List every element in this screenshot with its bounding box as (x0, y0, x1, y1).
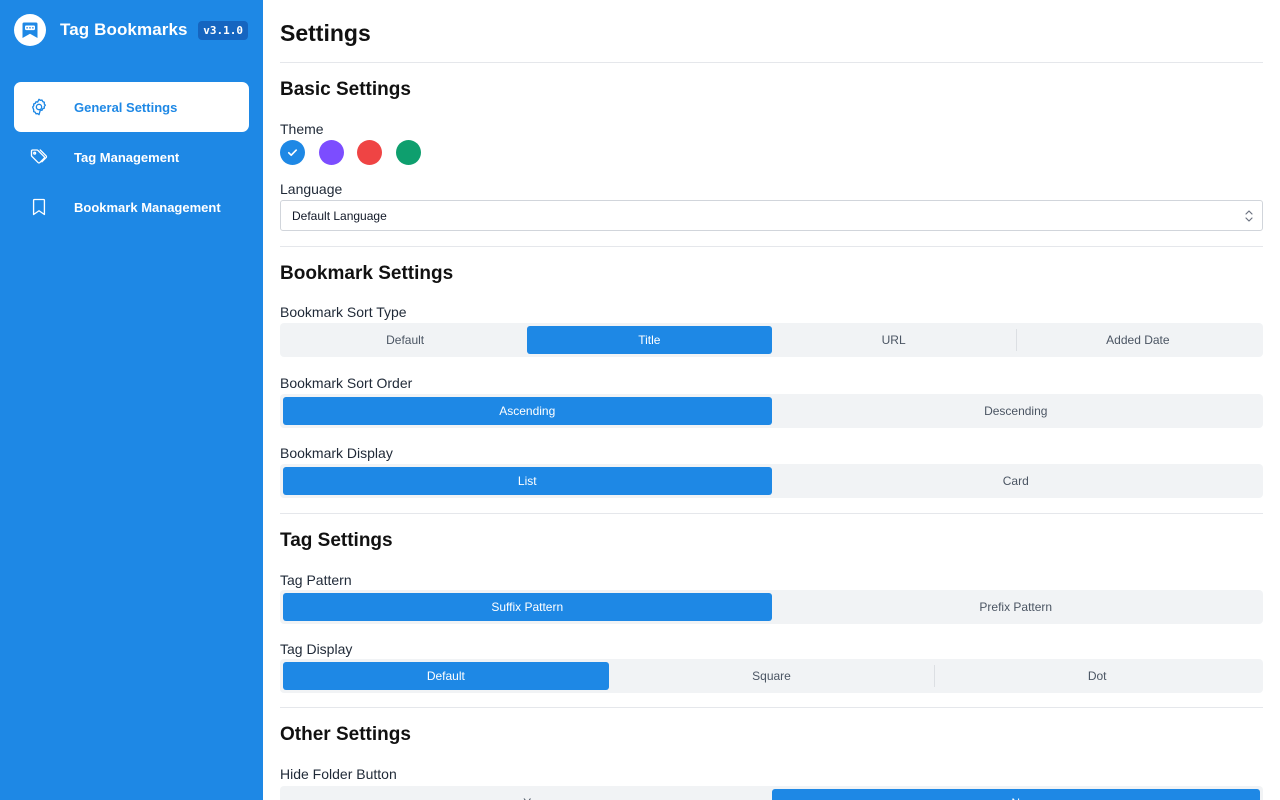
hide-folder-option-n[interactable]: N (771, 789, 1260, 800)
divider (280, 707, 1263, 708)
language-select[interactable]: Default Language (280, 200, 1263, 231)
tag-display-option-default[interactable]: Default (283, 662, 609, 690)
chevron-up-down-icon (1245, 210, 1253, 222)
divider (280, 513, 1263, 514)
app-title: Tag Bookmarks (60, 20, 188, 39)
page-title: Settings (280, 20, 371, 46)
theme-swatches (280, 140, 434, 165)
sort-type-option-url[interactable]: URL (772, 326, 1016, 354)
sidebar: Tag Bookmarks v3.1.0 General Settings Ta… (0, 0, 263, 800)
field-label-sort-order: Bookmark Sort Order (280, 375, 413, 391)
field-label-tag-pattern: Tag Pattern (280, 572, 352, 588)
bookmark-display-option-list[interactable]: List (283, 467, 772, 495)
language-select-value: Default Language (292, 208, 387, 223)
bookmark-icon (28, 196, 50, 218)
section-title-tag: Tag Settings (280, 530, 393, 551)
tag-pattern-option-prefix[interactable]: Prefix Pattern (772, 593, 1261, 621)
tags-icon (28, 146, 50, 168)
bookmark-display-option-card[interactable]: Card (772, 467, 1261, 495)
field-label-tag-display: Tag Display (280, 641, 353, 657)
tag-pattern-option-suffix[interactable]: Suffix Pattern (283, 593, 772, 621)
tag-display-option-square[interactable]: Square (609, 662, 935, 690)
theme-swatch-purple[interactable] (318, 140, 344, 165)
theme-swatch-blue[interactable] (280, 140, 305, 165)
tag-pattern-segmented: Suffix Pattern Prefix Pattern (280, 590, 1263, 624)
sort-order-option-descending[interactable]: Descending (772, 397, 1261, 425)
sidebar-item-bookmark-management[interactable]: Bookmark Management (14, 182, 249, 232)
version-badge: v3.1.0 (198, 21, 248, 40)
tag-display-segmented: Default Square Dot (280, 659, 1263, 693)
hide-folder-segmented: Y N (280, 786, 1263, 800)
section-title-basic: Basic Settings (280, 79, 411, 100)
sort-type-option-default[interactable]: Default (283, 326, 527, 354)
sidebar-item-label: Bookmark Management (74, 199, 221, 215)
sort-type-segmented: Default Title URL Added Date (280, 323, 1263, 357)
field-label-sort-type: Bookmark Sort Type (280, 304, 407, 320)
field-label-hide-folder: Hide Folder Button (280, 766, 397, 782)
theme-swatch-red[interactable] (357, 140, 382, 165)
theme-swatch-green[interactable] (395, 140, 421, 165)
sort-type-option-added-date[interactable]: Added Date (1015, 326, 1260, 354)
divider (280, 246, 1263, 247)
section-title-other: Other Settings (280, 724, 411, 745)
field-label-bookmark-display: Bookmark Display (280, 445, 393, 461)
divider (280, 62, 1263, 63)
sidebar-item-label: Tag Management (74, 149, 180, 165)
sidebar-item-label: General Settings (74, 99, 178, 115)
sort-type-option-title[interactable]: Title (527, 326, 772, 354)
tag-display-option-dot[interactable]: Dot (934, 662, 1260, 690)
sidebar-nav: General Settings Tag Management Bookmark… (14, 82, 249, 232)
hide-folder-option-y[interactable]: Y (283, 789, 772, 800)
gear-icon (28, 96, 50, 118)
bookmark-chat-icon (14, 14, 46, 46)
sort-order-option-ascending[interactable]: Ascending (283, 397, 772, 425)
field-label-language: Language (280, 181, 343, 197)
sidebar-item-general-settings[interactable]: General Settings (14, 82, 249, 132)
settings-main: Settings Basic Settings Theme Language D… (280, 0, 1263, 800)
sort-order-segmented: Ascending Descending (280, 394, 1263, 428)
sidebar-item-tag-management[interactable]: Tag Management (14, 132, 249, 182)
field-label-theme: Theme (280, 121, 324, 137)
section-title-bookmark: Bookmark Settings (280, 263, 454, 284)
bookmark-display-segmented: List Card (280, 464, 1263, 498)
check-icon (287, 149, 298, 157)
brand: Tag Bookmarks v3.1.0 (14, 14, 248, 46)
